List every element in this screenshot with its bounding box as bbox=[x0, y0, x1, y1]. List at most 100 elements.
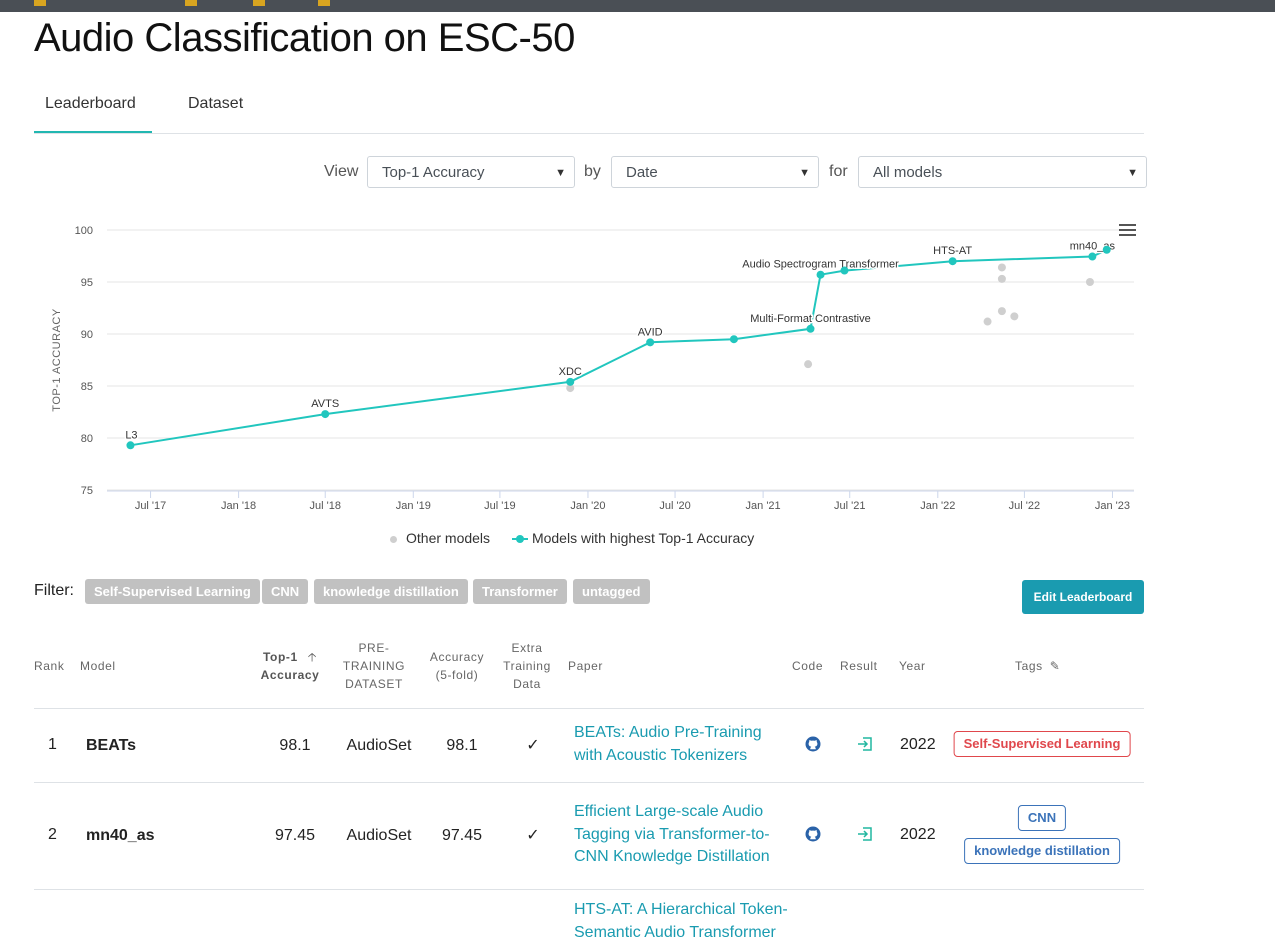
x-tick-label: Jul '19 bbox=[484, 500, 515, 512]
x-tick-label: Jul '22 bbox=[1009, 500, 1040, 512]
tab-dataset[interactable]: Dataset bbox=[188, 95, 243, 113]
paper-title-line: with Acoustic Tokenizers bbox=[574, 746, 748, 764]
point-data-label: Audio Spectrogram Transformer bbox=[742, 259, 899, 271]
row-accuracy-5fold: 98.1 bbox=[446, 737, 478, 754]
header-pre-line1: PRE- bbox=[358, 641, 390, 655]
accuracy-chart: 75 80 85 90 95 100 Jul '17 Jan '18 Jul '18 Jan '1… bbox=[40, 205, 1150, 525]
y-tick-label: 80 bbox=[81, 433, 93, 445]
filter-tag-transformer[interactable]: Transformer bbox=[473, 579, 567, 604]
paper-title-line: HTS-AT: A Hierarchical Token- bbox=[574, 901, 788, 918]
row-top1-accuracy: 97.45 bbox=[274, 827, 316, 844]
view-label: View bbox=[324, 163, 359, 180]
header-acc-line2: (5-fold) bbox=[435, 668, 479, 682]
best-model-point bbox=[816, 270, 825, 279]
best-model-point bbox=[566, 377, 575, 386]
browser-bookmarks-bar bbox=[0, 0, 1275, 12]
other-model-point bbox=[804, 360, 813, 369]
other-model-point bbox=[1010, 312, 1019, 321]
best-model-point bbox=[126, 441, 135, 450]
x-tick-label: Jul '17 bbox=[135, 500, 166, 512]
view-select[interactable]: Top-1 Accuracy ▼ bbox=[367, 156, 575, 188]
bookmark-folder-icon[interactable] bbox=[34, 0, 46, 6]
x-tick-label: Jul '18 bbox=[309, 500, 340, 512]
header-year[interactable]: Year bbox=[899, 657, 926, 675]
bookmark-folder-icon[interactable] bbox=[185, 0, 197, 6]
other-model-point bbox=[997, 274, 1006, 283]
row-year: 2022 bbox=[900, 826, 936, 843]
bookmark-folder-icon[interactable] bbox=[318, 0, 330, 6]
x-tick-label: Jan '23 bbox=[1095, 500, 1130, 512]
legend-best-models[interactable]: Models with highest Top-1 Accuracy bbox=[511, 530, 755, 546]
header-result: Result bbox=[840, 659, 878, 673]
row-model-name[interactable]: BEATs bbox=[86, 737, 136, 755]
filter-tag-self-supervised[interactable]: Self-Supervised Learning bbox=[85, 579, 260, 604]
github-icon[interactable] bbox=[805, 736, 821, 752]
legend-other-marker bbox=[390, 535, 397, 543]
chart-menu-icon[interactable] bbox=[1119, 224, 1136, 238]
by-select-value: Date bbox=[626, 164, 658, 181]
header-model[interactable]: Model bbox=[80, 657, 116, 675]
paper-title-line: Efficient Large-scale Audio bbox=[574, 803, 764, 820]
edit-tags-icon[interactable]: ✎ bbox=[1050, 659, 1061, 673]
paper-title-line: BEATs: Audio Pre-Training bbox=[574, 724, 762, 741]
table-header: Rank Model Top-1 🡡 Accuracy PRE- TRAINING… bbox=[34, 638, 1144, 709]
row-tag-self-supervised[interactable]: Self-Supervised Learning bbox=[953, 731, 1131, 757]
chart-legend: Other models Models with highest Top-1 A… bbox=[390, 530, 772, 546]
header-top1-line1: Top-1 bbox=[263, 650, 298, 664]
row-paper-link[interactable]: BEATs: Audio Pre-Training with Acoustic … bbox=[574, 722, 789, 767]
tab-leaderboard[interactable]: Leaderboard bbox=[45, 95, 136, 113]
header-code: Code bbox=[792, 659, 824, 673]
y-tick-label: 90 bbox=[81, 329, 93, 341]
filter-tag-untagged[interactable]: untagged bbox=[573, 579, 650, 604]
result-link-icon[interactable] bbox=[857, 736, 873, 752]
header-rank[interactable]: Rank bbox=[34, 657, 64, 675]
bookmark-folder-icon[interactable] bbox=[253, 0, 265, 6]
row-year: 2022 bbox=[900, 736, 936, 753]
row-extra-data-checkmark: ✓ bbox=[526, 827, 540, 844]
header-tags: Tags ✎ bbox=[1015, 657, 1060, 675]
for-label: for bbox=[829, 163, 848, 180]
chevron-down-icon: ▼ bbox=[1127, 167, 1138, 179]
header-accuracy-5fold[interactable]: Accuracy (5-fold) bbox=[422, 648, 492, 684]
row-pretraining-dataset: AudioSet bbox=[346, 737, 412, 754]
edit-leaderboard-button[interactable]: Edit Leaderboard bbox=[1022, 580, 1144, 614]
chart-svg: 75 80 85 90 95 100 Jul '17 Jan '18 Jul '18 Jan '1… bbox=[51, 225, 1134, 512]
by-select[interactable]: Date ▼ bbox=[611, 156, 819, 188]
row-tag-cnn[interactable]: CNN bbox=[1017, 805, 1067, 831]
active-tab-indicator bbox=[34, 131, 152, 133]
paper-title-line: Semantic Audio Transformer bbox=[574, 923, 776, 941]
row-tag-knowledge-distillation[interactable]: knowledge distillation bbox=[964, 838, 1120, 864]
table-row: HTS-AT: A Hierarchical Token- Semantic A… bbox=[34, 890, 1144, 950]
for-select[interactable]: All models ▼ bbox=[858, 156, 1147, 188]
by-label: by bbox=[584, 163, 601, 180]
other-model-point bbox=[983, 317, 992, 326]
view-select-value: Top-1 Accuracy bbox=[382, 164, 485, 181]
header-top1-accuracy[interactable]: Top-1 🡡 Accuracy bbox=[250, 648, 330, 684]
best-model-point bbox=[1088, 252, 1097, 261]
legend-best-label: Models with highest Top-1 Accuracy bbox=[531, 530, 755, 546]
best-model-point bbox=[840, 266, 849, 275]
header-extra-training-data[interactable]: Extra Training Data bbox=[494, 639, 560, 693]
header-pretraining-dataset[interactable]: PRE- TRAINING DATASET bbox=[334, 639, 414, 693]
row-model-name[interactable]: mn40_as bbox=[86, 827, 155, 845]
point-data-label: XDC bbox=[559, 366, 582, 378]
table-row: 2 mn40_as 97.45 AudioSet 97.45 ✓ Efficie… bbox=[34, 783, 1144, 890]
header-pre-line2: TRAINING bbox=[342, 659, 406, 673]
row-paper-link[interactable]: HTS-AT: A Hierarchical Token- Semantic A… bbox=[574, 899, 789, 944]
filter-tag-knowledge-distillation[interactable]: knowledge distillation bbox=[314, 579, 468, 604]
chevron-down-icon: ▼ bbox=[799, 167, 810, 179]
result-link-icon[interactable] bbox=[857, 826, 873, 842]
other-model-point bbox=[997, 263, 1006, 272]
header-tags-label: Tags bbox=[1015, 659, 1043, 673]
filter-tag-cnn[interactable]: CNN bbox=[262, 579, 309, 604]
x-tick-label: Jul '21 bbox=[834, 500, 865, 512]
y-tick-label: 85 bbox=[81, 381, 93, 393]
row-paper-link[interactable]: Efficient Large-scale Audio Tagging via … bbox=[574, 801, 789, 869]
header-paper: Paper bbox=[568, 659, 604, 673]
other-model-point bbox=[1085, 278, 1094, 286]
row-rank: 1 bbox=[48, 736, 57, 753]
header-pre-line3: DATASET bbox=[345, 677, 403, 691]
x-tick-label: Jan '19 bbox=[396, 500, 431, 512]
legend-other-models[interactable]: Other models bbox=[390, 530, 490, 546]
github-icon[interactable] bbox=[805, 826, 821, 842]
